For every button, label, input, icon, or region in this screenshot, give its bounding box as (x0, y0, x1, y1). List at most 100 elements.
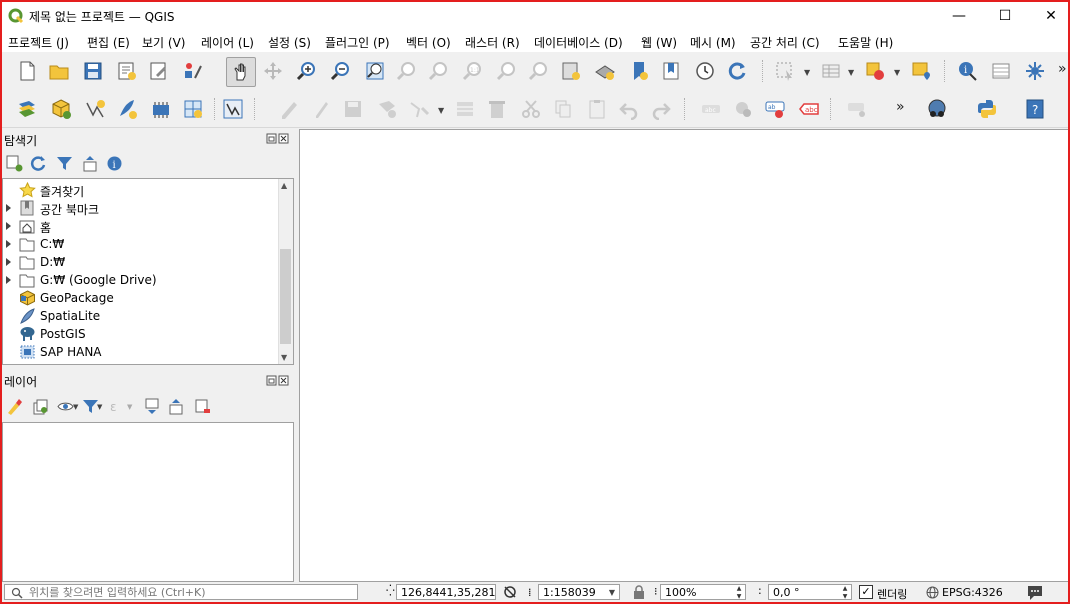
collapse-all-icon[interactable] (82, 155, 99, 172)
new-project-icon[interactable] (14, 58, 40, 84)
zoom-to-layer-icon[interactable] (426, 58, 452, 84)
layer-styling-icon[interactable] (6, 398, 23, 415)
new-bookmark-icon[interactable] (626, 58, 652, 84)
list-item[interactable]: 홈 (3, 217, 278, 235)
expand-all-icon[interactable] (144, 398, 161, 415)
new-virtual-layer-icon[interactable] (180, 96, 206, 122)
expand-arrow-icon[interactable] (6, 276, 11, 284)
chevron-down-icon[interactable]: ▼ (609, 585, 615, 599)
cut-features-icon[interactable] (518, 96, 544, 122)
plugin-globe-icon[interactable] (924, 96, 950, 122)
scale-combobox[interactable]: 1:158039 ▼ (538, 584, 620, 600)
save-edits-icon[interactable] (340, 96, 366, 122)
zoom-to-selection-icon[interactable] (394, 58, 420, 84)
magnifier-spinbox[interactable]: 100% ▲ ▼ (660, 584, 746, 600)
new-spatialite-layer-icon[interactable] (114, 96, 140, 122)
menu-settings[interactable]: 설정 (S) (268, 34, 311, 51)
zoom-out-icon[interactable] (328, 58, 354, 84)
new-map-view-icon[interactable] (558, 58, 584, 84)
panel-float-close-icon[interactable] (266, 133, 290, 145)
layers-tree[interactable] (2, 422, 294, 582)
expand-arrow-icon[interactable] (6, 222, 11, 230)
panel-float-close-icon[interactable] (266, 375, 290, 387)
render-checkbox[interactable]: ✓ (859, 585, 873, 599)
maximize-button[interactable]: ☐ (982, 2, 1028, 30)
menu-layer[interactable]: 레이어 (L) (201, 34, 254, 51)
chevron-down-icon[interactable]: ▼ (804, 68, 810, 77)
new-memory-layer-icon[interactable] (148, 96, 174, 122)
menu-database[interactable]: 데이터베이스 (D) (534, 34, 623, 51)
spinbox-arrows-icon[interactable]: ▲ ▼ (733, 585, 745, 599)
highlight-pinned-labels-icon[interactable]: ab (762, 96, 788, 122)
collapse-all-icon[interactable] (168, 398, 185, 415)
chevron-down-icon[interactable]: ▼ (73, 403, 78, 411)
save-project-icon[interactable] (80, 58, 106, 84)
chevron-down-icon[interactable]: ▼ (97, 403, 102, 411)
show-bookmarks-icon[interactable] (658, 58, 684, 84)
list-item[interactable]: C:₩ (3, 235, 278, 253)
list-item[interactable]: 즐겨찾기 (3, 181, 278, 199)
identify-features-icon[interactable]: i (954, 58, 980, 84)
coordinate-field[interactable]: 126,8441,35,2812 (396, 584, 496, 600)
add-feature-icon[interactable] (374, 96, 400, 122)
redo-icon[interactable] (648, 96, 674, 122)
menu-raster[interactable]: 래스터 (R) (465, 34, 520, 51)
chevron-down-icon[interactable]: ▼ (127, 403, 132, 411)
locator-search-input[interactable]: 위치를 찾으려면 입력하세요 (Ctrl+K) (4, 584, 358, 600)
new-geopackage-layer-icon[interactable] (48, 96, 74, 122)
move-label-icon[interactable] (844, 96, 870, 122)
add-group-icon[interactable] (32, 398, 49, 415)
menu-plugins[interactable]: 플러그인 (P) (325, 34, 390, 51)
new-print-layout-icon[interactable] (114, 58, 140, 84)
delete-selected-icon[interactable] (484, 96, 510, 122)
properties-info-icon[interactable]: i (106, 155, 123, 172)
zoom-next-icon[interactable] (526, 58, 552, 84)
menu-vector[interactable]: 벡터 (O) (406, 34, 451, 51)
zoom-native-icon[interactable]: 1:1 (460, 58, 486, 84)
select-features-icon[interactable] (772, 58, 798, 84)
browser-tree[interactable]: 즐겨찾기 공간 북마크 홈 C:₩ D:₩ G:₩ (Google Drive) (2, 178, 294, 365)
lock-scale-icon[interactable] (632, 584, 646, 600)
menu-edit[interactable]: 편집 (E) (87, 34, 130, 51)
spinbox-arrows-icon[interactable]: ▲ ▼ (839, 585, 851, 599)
list-item[interactable]: SAP HANA (3, 343, 278, 361)
menu-processing[interactable]: 공간 처리 (C) (750, 34, 820, 51)
messages-icon[interactable] (1026, 584, 1044, 601)
list-item[interactable]: 공간 북마크 (3, 199, 278, 217)
menu-mesh[interactable]: 메시 (M) (690, 34, 736, 51)
layout-manager-icon[interactable] (146, 58, 172, 84)
chevron-down-icon[interactable]: ▼ (894, 68, 900, 77)
menu-project[interactable]: 프로젝트 (J) (8, 34, 69, 51)
refresh-icon[interactable] (30, 155, 47, 172)
add-selected-layers-icon[interactable] (6, 155, 23, 172)
menu-web[interactable]: 웹 (W) (641, 34, 677, 51)
style-manager-icon[interactable] (180, 58, 206, 84)
paste-features-icon[interactable] (584, 96, 610, 122)
zoom-in-icon[interactable] (294, 58, 320, 84)
data-source-manager-icon[interactable] (14, 96, 40, 122)
chevron-down-icon[interactable]: ▼ (438, 106, 444, 115)
toolbar-overflow-icon[interactable]: » (896, 99, 905, 115)
expand-arrow-icon[interactable] (6, 240, 11, 248)
list-item[interactable]: PostGIS (3, 325, 278, 343)
zoom-full-icon[interactable] (362, 58, 388, 84)
menu-help[interactable]: 도움말 (H) (838, 34, 893, 51)
digitize-vertex-icon[interactable] (82, 96, 108, 122)
rotation-spinbox[interactable]: 0,0 ° ▲ ▼ (768, 584, 852, 600)
temporal-controller-icon[interactable] (692, 58, 718, 84)
toggle-extents-icon[interactable] (502, 584, 518, 600)
remove-layer-icon[interactable] (194, 398, 211, 415)
show-hide-labels-icon[interactable]: abc (796, 96, 822, 122)
current-edits-icon[interactable] (276, 96, 302, 122)
help-contents-icon[interactable]: ? (1022, 96, 1048, 122)
minimize-button[interactable]: — (936, 2, 982, 30)
crs-button[interactable]: EPSG:4326 (942, 586, 1003, 599)
attribute-table-icon[interactable] (818, 58, 844, 84)
map-tips-icon[interactable] (1022, 58, 1048, 84)
undo-icon[interactable] (616, 96, 642, 122)
pan-to-selection-icon[interactable] (260, 58, 286, 84)
select-by-location-icon[interactable] (908, 58, 934, 84)
expand-arrow-icon[interactable] (6, 258, 11, 266)
close-button[interactable]: ✕ (1028, 2, 1068, 30)
scrollbar-thumb[interactable] (280, 249, 291, 344)
